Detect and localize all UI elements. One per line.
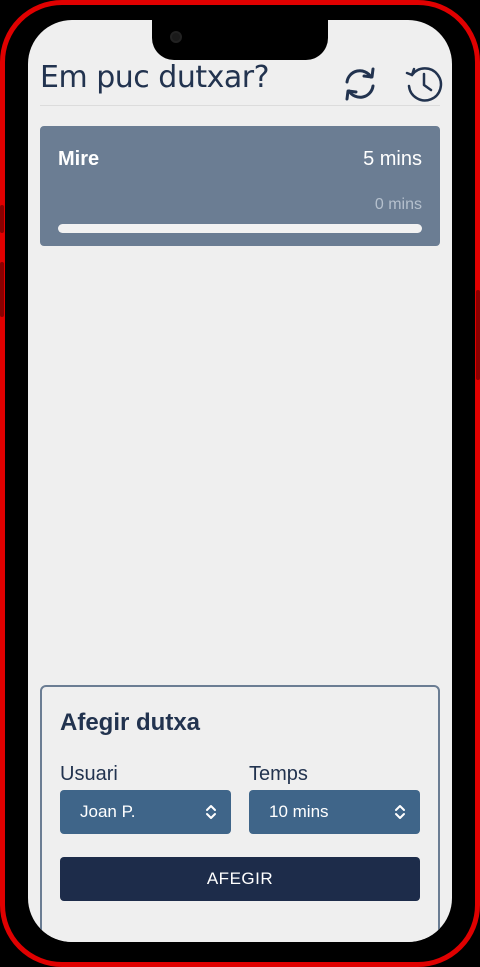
shower-user-name: Mire	[58, 148, 100, 170]
page-title: Em puc dutxar?	[40, 60, 270, 95]
user-select-value: Joan P.	[80, 802, 136, 821]
side-button	[0, 205, 4, 233]
shower-progress-bar	[58, 224, 422, 233]
clock-icon	[405, 67, 443, 102]
current-shower-card: Mire 5 mins 0 mins	[40, 126, 440, 246]
user-select[interactable]: Joan P.	[60, 790, 231, 834]
shower-duration: 5 mins	[363, 148, 422, 170]
add-shower-button[interactable]: AFEGIR	[60, 857, 420, 901]
time-select-value: 10 mins	[269, 802, 329, 821]
refresh-icon	[345, 67, 375, 101]
chevron-up-down-icon	[395, 805, 405, 819]
camera-icon	[170, 31, 182, 43]
add-shower-panel: Afegir dutxa Usuari Temps Joan P. 10 min…	[40, 685, 440, 942]
time-select[interactable]: 10 mins	[249, 790, 420, 834]
refresh-button[interactable]	[340, 64, 380, 104]
side-button	[476, 290, 480, 380]
app-header: Em puc dutxar?	[40, 56, 443, 106]
history-button[interactable]	[404, 64, 444, 104]
user-field-label: Usuari	[60, 763, 118, 785]
app-screen: Em puc dutxar? Mire 5 mins 0 mins Afegir	[28, 20, 452, 942]
shower-remaining-time: 0 mins	[374, 196, 422, 213]
side-button	[0, 262, 4, 317]
time-field-label: Temps	[249, 763, 308, 785]
add-shower-title: Afegir dutxa	[60, 709, 201, 736]
chevron-up-down-icon	[206, 805, 216, 819]
